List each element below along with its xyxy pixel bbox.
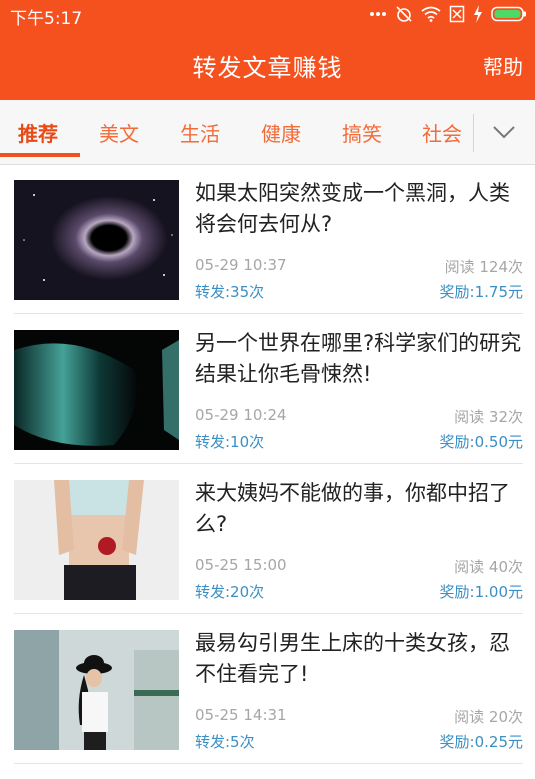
article-date: 05-29 10:24 <box>195 406 287 424</box>
tab-society[interactable]: 社会 <box>422 118 462 147</box>
chevron-down-icon <box>492 126 515 139</box>
article-share-count: 转发:5次 <box>195 733 255 751</box>
wifi-icon <box>421 6 441 22</box>
article-read-count: 阅读 40次 <box>454 558 523 576</box>
page-title: 转发文章赚钱 <box>192 54 343 82</box>
article-title: 另一个世界在哪里?科学家们的研究结果让你毛骨悚然! <box>195 331 522 386</box>
article-title: 最易勾引男生上床的十类女孩，忍不住看完了! <box>195 631 510 686</box>
status-bar: 下午5:17 <box>0 0 535 30</box>
tab-life[interactable]: 生活 <box>180 118 220 147</box>
dots-icon <box>369 11 387 17</box>
article-item[interactable]: 如果太阳突然变成一个黑洞，人类将会何去何从? 05-29 10:37 阅读 12… <box>0 164 535 314</box>
app-header: 转发文章赚钱 帮助 <box>0 30 535 100</box>
girl-hat-image <box>14 630 179 750</box>
article-share-count: 转发:10次 <box>195 433 265 451</box>
article-reward: 奖励:0.25元 <box>439 733 523 751</box>
black-hole-image <box>14 180 179 300</box>
article-date: 05-25 15:00 <box>195 556 287 574</box>
article-title: 如果太阳突然变成一个黑洞，人类将会何去何从? <box>195 181 510 236</box>
article-title: 来大姨妈不能做的事，你都中招了么? <box>195 481 510 536</box>
battery-icon <box>491 6 527 22</box>
category-tab-bar: 推荐 美文 生活 健康 搞笑 社会 <box>0 100 535 165</box>
tab-funny[interactable]: 搞笑 <box>342 118 382 147</box>
article-reward: 奖励:1.00元 <box>439 583 523 601</box>
tab-divider <box>473 114 474 152</box>
tab-health[interactable]: 健康 <box>261 118 301 147</box>
status-icons <box>369 4 527 24</box>
article-reward: 奖励:0.50元 <box>439 433 523 451</box>
tab-essays[interactable]: 美文 <box>99 118 139 147</box>
tab-recommended[interactable]: 推荐 <box>18 118 58 147</box>
charging-icon <box>473 5 483 23</box>
article-read-count: 阅读 20次 <box>454 708 523 726</box>
alarm-off-icon <box>395 5 413 23</box>
article-item[interactable]: 最易勾引男生上床的十类女孩，忍不住看完了! 05-25 14:31 阅读 20次… <box>0 614 535 764</box>
article-read-count: 阅读 32次 <box>454 408 523 426</box>
article-share-count: 转发:35次 <box>195 283 265 301</box>
sim-off-icon <box>449 5 465 23</box>
article-date: 05-25 14:31 <box>195 706 287 724</box>
woman-apple-image <box>14 480 179 600</box>
expand-tabs-button[interactable] <box>476 112 531 152</box>
active-tab-indicator <box>0 153 80 157</box>
article-read-count: 阅读 124次 <box>444 258 523 276</box>
article-share-count: 转发:20次 <box>195 583 265 601</box>
article-reward: 奖励:1.75元 <box>439 283 523 301</box>
divider <box>14 763 523 764</box>
help-button[interactable]: 帮助 <box>483 51 523 80</box>
article-item[interactable]: 来大姨妈不能做的事，你都中招了么? 05-25 15:00 阅读 40次 转发:… <box>0 464 535 614</box>
article-item[interactable]: 另一个世界在哪里?科学家们的研究结果让你毛骨悚然! 05-29 10:24 阅读… <box>0 314 535 464</box>
teal-nebula-image <box>14 330 179 450</box>
article-date: 05-29 10:37 <box>195 256 287 274</box>
status-time: 下午5:17 <box>10 9 83 29</box>
